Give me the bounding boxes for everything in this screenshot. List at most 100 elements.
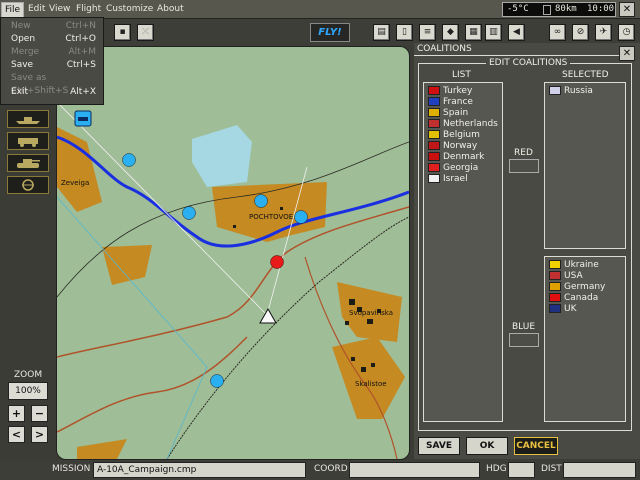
country-name: Belgium xyxy=(443,130,480,140)
waypoint-marker xyxy=(294,210,308,224)
red-transfer-button[interactable] xyxy=(509,159,539,173)
ok-button[interactable]: OK xyxy=(466,437,508,455)
file-menu-item-save-as[interactable]: Save as Ctrl+Shift+S xyxy=(6,72,98,96)
country-item[interactable]: Netherlands xyxy=(428,119,498,130)
clipboard-icon[interactable]: ▯ xyxy=(396,24,413,41)
country-item[interactable]: Israel xyxy=(428,174,468,185)
truck-icon xyxy=(18,138,38,147)
country-name: Russia xyxy=(564,86,593,96)
cloud-icon xyxy=(543,5,551,15)
weather-time-readout: -5°C 80km 10:00 xyxy=(502,2,616,17)
temperature-readout: -5°C xyxy=(507,4,529,14)
file-menu-item-save[interactable]: Save Ctrl+S xyxy=(6,59,98,72)
country-name: Denmark xyxy=(443,152,485,162)
fly-button[interactable]: FLY! xyxy=(310,23,350,42)
hdg-label: HDG xyxy=(486,464,507,474)
lake xyxy=(192,125,252,187)
town-label-svopavinska: Svopavinska xyxy=(349,309,393,317)
flag-icon xyxy=(428,152,440,161)
town-label-zeveiga: Zeveiga xyxy=(61,179,89,187)
flag-icon xyxy=(428,141,440,150)
waypoint-marker xyxy=(210,374,224,388)
list-icon[interactable]: ≡ xyxy=(419,24,436,41)
no-entry-icon[interactable]: ⊘ xyxy=(572,24,589,41)
file-menu-item-merge[interactable]: Merge Alt+M xyxy=(6,46,98,59)
country-item[interactable]: Norway xyxy=(428,141,477,152)
scroll-left-button[interactable]: < xyxy=(8,426,25,443)
edit-coalitions-title: EDIT COALITIONS xyxy=(486,58,571,68)
close-panel-button[interactable]: ✕ xyxy=(619,46,635,61)
country-name: France xyxy=(443,97,473,107)
file-menu-item-new[interactable]: New Ctrl+N xyxy=(6,20,98,33)
film-icon[interactable]: ▦ xyxy=(465,24,482,41)
town-area xyxy=(77,439,127,459)
aircraft-icon[interactable]: ✈ xyxy=(595,24,612,41)
save-file-icon[interactable]: ▪ xyxy=(114,24,131,41)
country-name: Netherlands xyxy=(443,119,498,129)
country-item[interactable]: Turkey xyxy=(428,86,472,97)
country-item[interactable]: USA xyxy=(549,271,583,282)
print-icon[interactable]: ▤ xyxy=(373,24,390,41)
country-item[interactable]: Russia xyxy=(549,86,593,97)
book-icon[interactable]: ▥ xyxy=(485,24,502,41)
country-item[interactable]: Canada xyxy=(549,293,598,304)
radar-icon xyxy=(22,179,34,191)
file-menu-item-open[interactable]: Open Ctrl+O xyxy=(6,33,98,46)
menu-item-label: Exit xyxy=(11,87,29,97)
country-name: UK xyxy=(564,304,577,314)
file-menu-item-exit[interactable]: Exit Alt+X xyxy=(6,86,98,99)
flag-icon xyxy=(428,130,440,139)
ship-filter-button[interactable] xyxy=(7,110,49,128)
country-name: USA xyxy=(564,271,583,281)
armor-filter-button[interactable] xyxy=(7,154,49,172)
save-button[interactable]: SAVE xyxy=(418,437,460,455)
unit-icon xyxy=(74,110,92,127)
binoculars-icon[interactable]: ∞ xyxy=(549,24,566,41)
blue-transfer-button[interactable] xyxy=(509,333,539,347)
zoom-out-button[interactable]: − xyxy=(31,405,48,422)
country-item[interactable]: Germany xyxy=(549,282,605,293)
menu-edit[interactable]: Edit xyxy=(25,2,48,16)
airdefense-filter-button[interactable] xyxy=(7,176,49,194)
menu-file[interactable]: File xyxy=(1,2,25,18)
red-coalition-list[interactable]: Russia xyxy=(544,82,626,249)
cancel-button[interactable]: CANCEL xyxy=(514,437,558,455)
country-item[interactable]: UK xyxy=(549,304,577,315)
flag-icon xyxy=(549,86,561,95)
menu-customize[interactable]: Customize xyxy=(103,2,156,16)
waypoint-marker xyxy=(182,206,196,220)
country-item[interactable]: France xyxy=(428,97,473,108)
zoom-label: ZOOM xyxy=(14,370,43,380)
clock-icon[interactable]: ◷ xyxy=(618,24,635,41)
mission-map[interactable]: Zeveiga POCHTOVOE Svopavinska Skalistoe xyxy=(56,46,410,460)
country-list[interactable]: Turkey France Spain Netherlands Belgium Norwa… xyxy=(423,82,503,422)
menu-item-label: Save xyxy=(11,60,34,70)
close-app-button[interactable]: ✕ xyxy=(619,2,635,17)
zoom-in-button[interactable]: + xyxy=(8,405,25,422)
flag-icon xyxy=(549,282,561,291)
scroll-right-button[interactable]: > xyxy=(31,426,48,443)
country-item[interactable]: Denmark xyxy=(428,152,484,163)
flag-icon xyxy=(428,174,440,183)
town-area xyxy=(102,245,152,285)
speaker-icon[interactable]: ◀ xyxy=(508,24,525,41)
menu-item-shortcut: Alt+M xyxy=(68,47,97,57)
menu-flight[interactable]: Flight xyxy=(73,2,104,16)
menu-item-label: Merge xyxy=(11,47,40,57)
menu-about[interactable]: About xyxy=(154,2,187,16)
country-item[interactable]: Georgia xyxy=(428,163,478,174)
country-item[interactable]: Spain xyxy=(428,108,468,119)
country-name: Georgia xyxy=(443,163,479,173)
time-readout: 10:00 xyxy=(587,4,615,14)
country-item[interactable]: Ukraine xyxy=(549,260,599,271)
shield-icon[interactable]: ◆ xyxy=(442,24,459,41)
country-item[interactable]: Belgium xyxy=(428,130,480,141)
menu-view[interactable]: View xyxy=(46,2,73,16)
blue-coalition-list[interactable]: Ukraine USA Germany Canada UK xyxy=(544,256,626,422)
disabled-tool-icon[interactable]: ⤫ xyxy=(137,24,154,41)
zoom-value[interactable]: 100% xyxy=(8,382,48,400)
flag-icon xyxy=(549,260,561,269)
vehicle-filter-button[interactable] xyxy=(7,132,49,150)
red-label: RED xyxy=(514,148,533,158)
visibility-readout: 80km xyxy=(555,4,577,14)
